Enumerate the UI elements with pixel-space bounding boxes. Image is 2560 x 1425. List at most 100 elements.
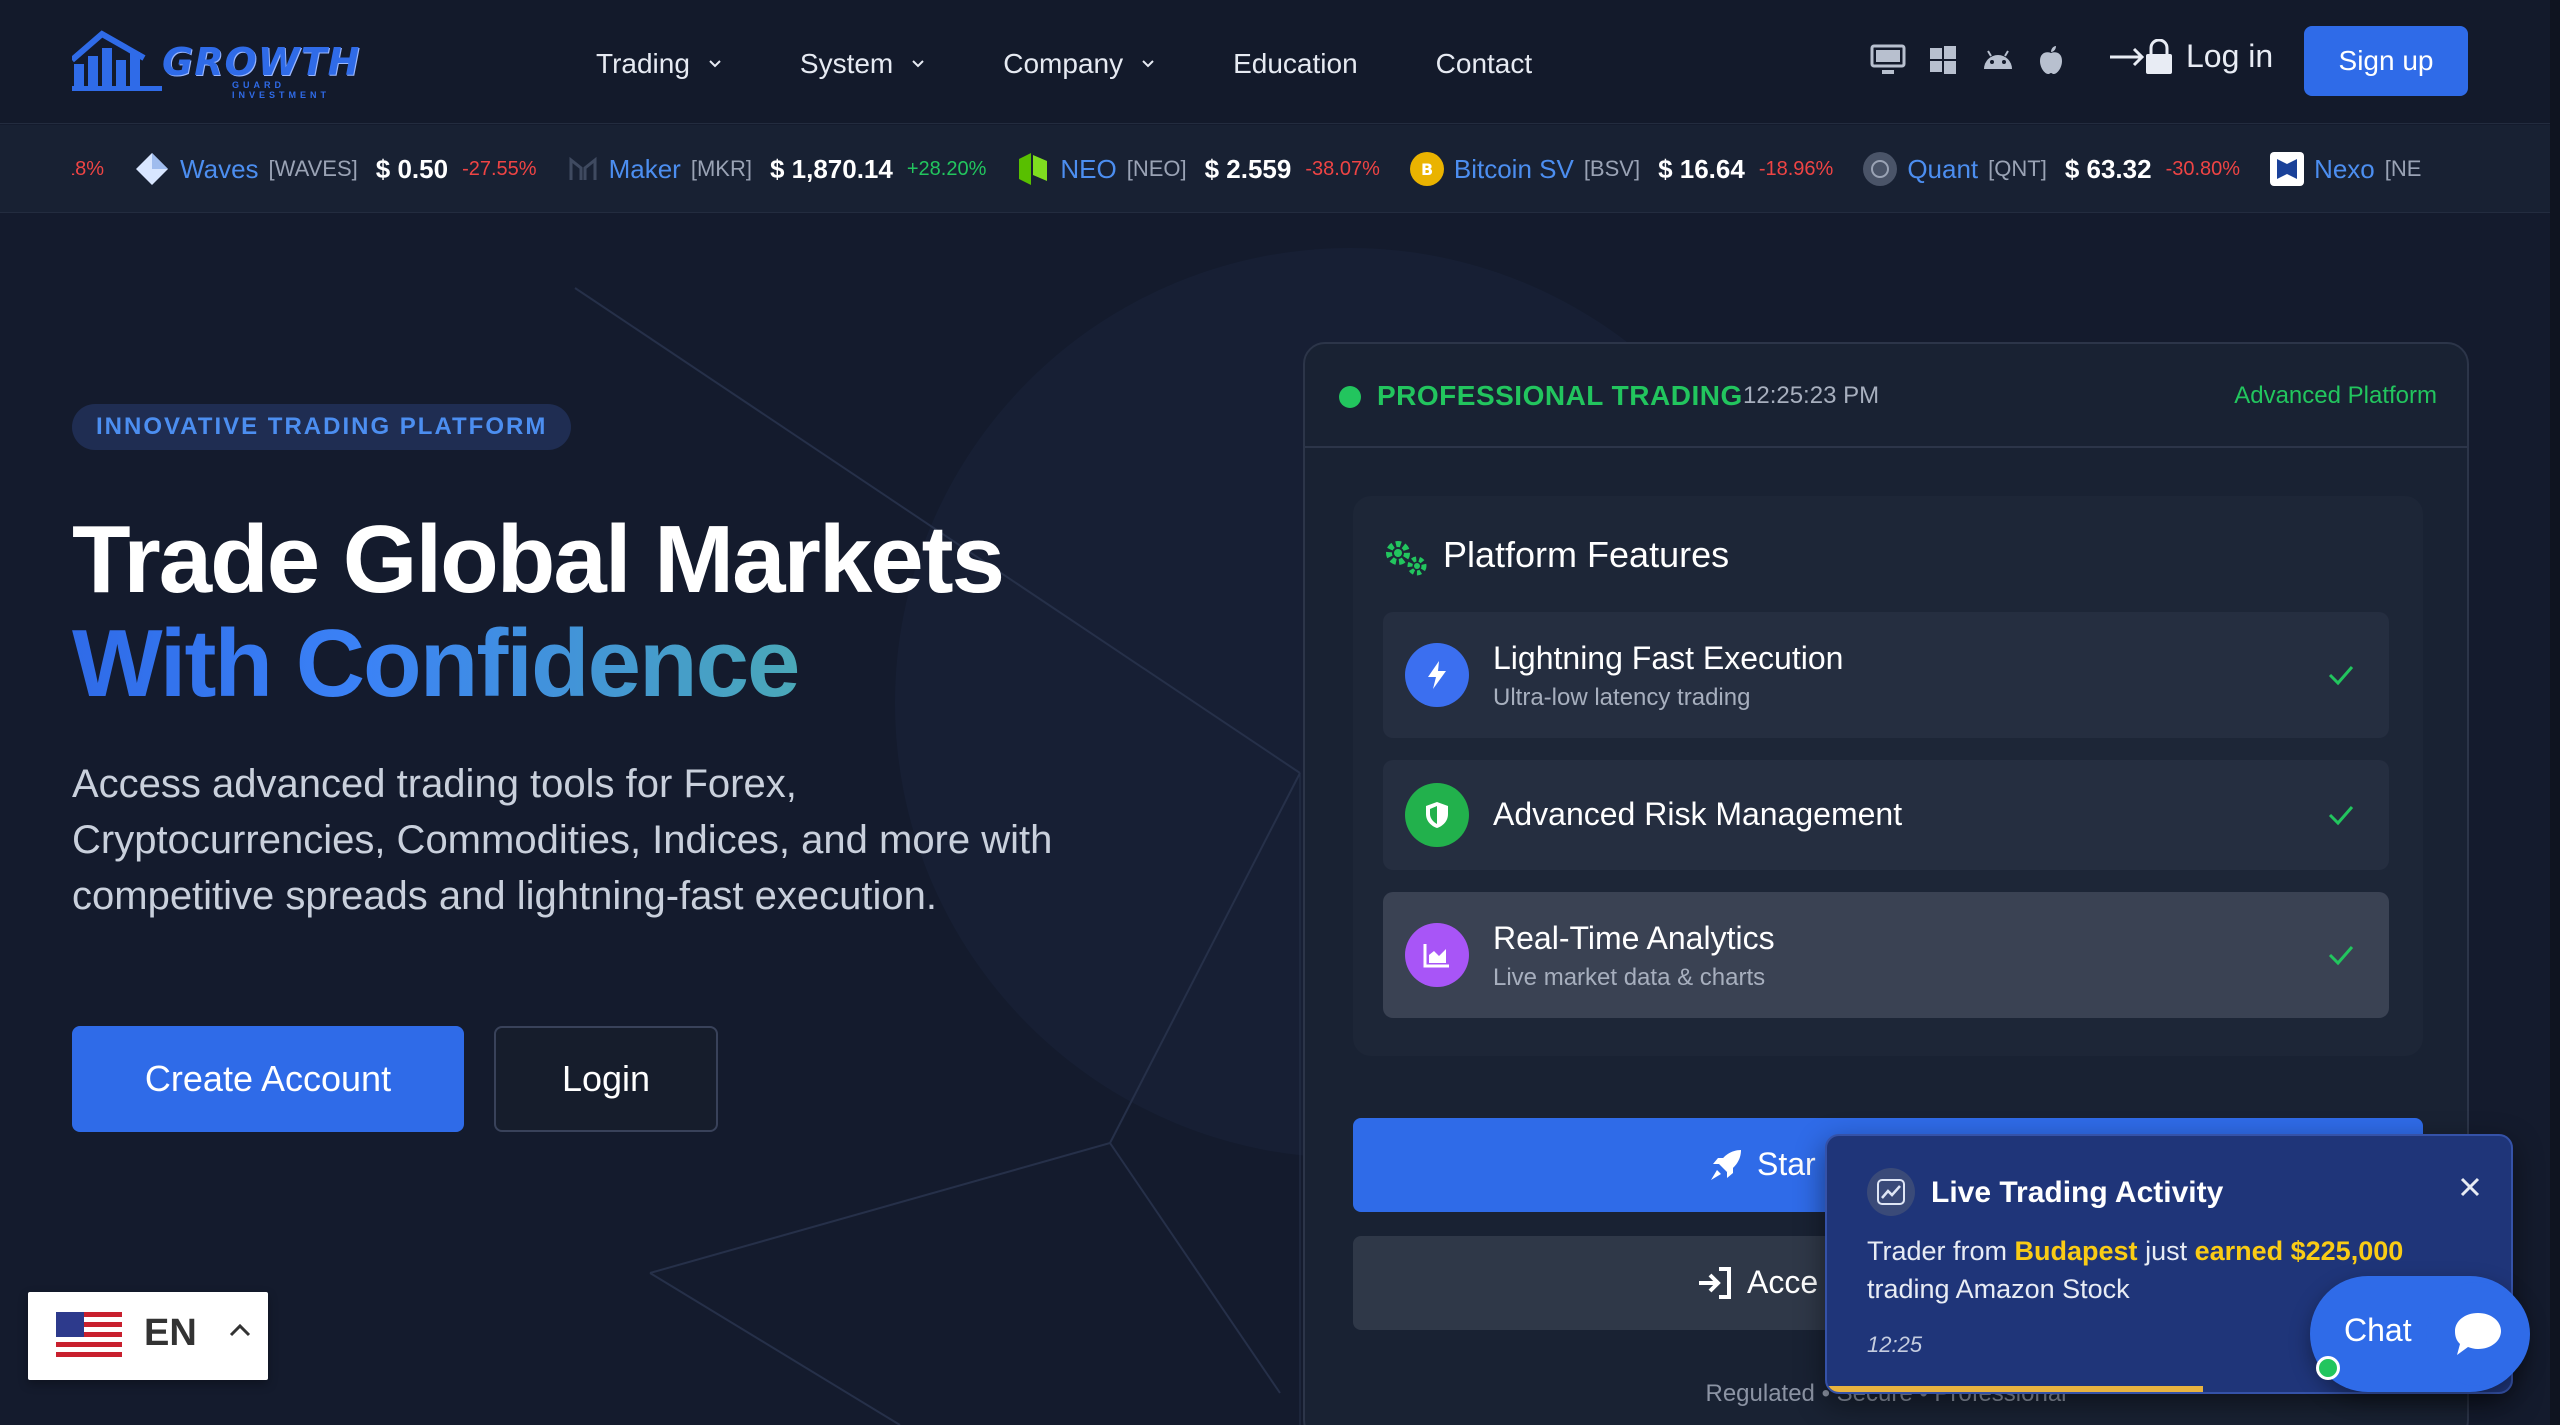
login-lock-icon bbox=[2110, 38, 2172, 74]
main-nav: Trading System Company Education Contact bbox=[596, 44, 1610, 84]
activity-text-mid: just bbox=[2137, 1236, 2195, 1266]
login-label: Log in bbox=[2186, 38, 2274, 74]
ticker-change: -30.80% bbox=[2165, 157, 2241, 180]
us-flag-icon bbox=[56, 1312, 122, 1360]
login-button[interactable]: Login bbox=[494, 1026, 718, 1132]
chat-widget-button[interactable]: Chat bbox=[2310, 1276, 2530, 1392]
nexo-icon bbox=[2270, 152, 2305, 186]
gears-icon bbox=[1386, 541, 1427, 576]
language-selector[interactable]: EN bbox=[28, 1292, 268, 1380]
ticker-price: $ 16.64 bbox=[1658, 153, 1745, 184]
bolt-icon bbox=[1405, 643, 1469, 707]
activity-progress-bar bbox=[1827, 1386, 2204, 1392]
logo-mark-icon bbox=[70, 30, 162, 91]
ticker-price: $ 1,870.14 bbox=[769, 153, 893, 184]
ticker-price: $ 2.559 bbox=[1204, 153, 1292, 184]
ticker-name: NEO bbox=[1060, 153, 1117, 184]
ticker-change: -18.96% bbox=[1758, 157, 1834, 180]
ticker-change: -27.55% bbox=[462, 157, 537, 180]
online-status-dot bbox=[2316, 1356, 2340, 1380]
panel-header: PROFESSIONAL TRADING 12:25:23 PM Advance… bbox=[1305, 344, 2467, 448]
activity-time: 12:25 bbox=[1867, 1332, 1923, 1357]
check-icon bbox=[2328, 806, 2354, 826]
panel-clock: 12:25:23 PM bbox=[1743, 382, 1880, 409]
chevron-down-icon bbox=[709, 60, 721, 68]
ticker-price: $ 0.50 bbox=[375, 153, 449, 184]
feature-subtitle: Live market data & charts bbox=[1493, 964, 1766, 991]
nav-company[interactable]: Company bbox=[1003, 44, 1155, 84]
ticker-name: Bitcoin SV bbox=[1453, 153, 1574, 184]
check-icon bbox=[2328, 946, 2354, 966]
feature-item-risk[interactable]: Advanced Risk Management bbox=[1383, 760, 2389, 870]
ticker-item[interactable]: NEO [NEO] $ 2.559 -38.07% bbox=[1016, 151, 1380, 187]
ticker-price: $ 63.32 bbox=[2064, 153, 2152, 184]
ticker-symbol: [MKR] bbox=[690, 156, 752, 181]
scrollbar[interactable] bbox=[2550, 0, 2560, 1425]
windows-icon[interactable] bbox=[1928, 45, 1958, 75]
activity-earned: earned $225,000 bbox=[2194, 1236, 2404, 1266]
sign-in-icon bbox=[1699, 1267, 1731, 1299]
ticker-item[interactable]: Maker [MKR] $ 1,870.14 +28.20% bbox=[567, 153, 986, 185]
close-icon[interactable] bbox=[2459, 1176, 2481, 1198]
trend-chart-icon bbox=[1867, 1168, 1915, 1216]
feature-subtitle: Ultra-low latency trading bbox=[1493, 684, 1751, 711]
hero-title: Trade Global Markets bbox=[72, 506, 1005, 613]
check-icon bbox=[2328, 666, 2354, 686]
shield-icon bbox=[1405, 783, 1469, 847]
hero-title-highlight: With Confidence bbox=[72, 610, 800, 717]
ticker-item[interactable]: B Bitcoin SV [BSV] $ 16.64 -18.96% bbox=[1409, 152, 1834, 186]
hero-description: Access advanced trading tools for Forex,… bbox=[72, 762, 1053, 918]
ticker-item[interactable]: Waves [WAVES] $ 0.50 -27.55% bbox=[134, 151, 537, 187]
top-navbar: GROWTH GUARD INVESTMENT Trading System C… bbox=[0, 0, 2560, 124]
panel-status-title: PROFESSIONAL TRADING bbox=[1377, 380, 1743, 411]
activity-city: Budapest bbox=[2014, 1236, 2138, 1266]
ticker-item[interactable]: 18% bbox=[72, 158, 104, 181]
logo-tagline: GUARD INVESTMENT bbox=[232, 80, 331, 100]
ticker-symbol: [NE bbox=[2384, 156, 2422, 181]
apple-icon[interactable] bbox=[2038, 45, 2064, 75]
activity-text-suffix: trading Amazon Stock bbox=[1867, 1274, 2130, 1304]
android-icon[interactable] bbox=[1980, 47, 2016, 73]
login-link[interactable]: Log in bbox=[2108, 38, 2273, 75]
ticker-name: Nexo bbox=[2314, 153, 2375, 184]
feature-item-execution[interactable]: Lightning Fast Execution Ultra-low laten… bbox=[1383, 612, 2389, 738]
feature-item-analytics[interactable]: Real-Time Analytics Live market data & c… bbox=[1383, 892, 2389, 1018]
activity-text-prefix: Trader from bbox=[1867, 1236, 2015, 1266]
create-account-button[interactable]: Create Account bbox=[72, 1026, 464, 1132]
rocket-icon bbox=[1711, 1150, 1741, 1180]
language-code: EN bbox=[144, 1312, 197, 1354]
quant-icon bbox=[1863, 152, 1898, 186]
features-title: Platform Features bbox=[1443, 534, 1730, 575]
feature-title: Real-Time Analytics bbox=[1493, 920, 1775, 956]
start-trading-label: Star bbox=[1757, 1146, 1816, 1182]
features-card: Platform Features Lightning Fast Executi… bbox=[1353, 496, 2423, 1056]
ticker-name: Maker bbox=[608, 153, 681, 184]
price-ticker: 18% Waves [WAVES] $ 0.50 -27.55% Maker [… bbox=[0, 125, 2560, 213]
chevron-up-icon bbox=[229, 1323, 251, 1337]
ticker-symbol: [NEO] bbox=[1126, 156, 1187, 181]
brand-logo[interactable]: GROWTH GUARD INVESTMENT bbox=[70, 30, 359, 100]
ticker-symbol: [BSV] bbox=[1583, 156, 1641, 181]
ticker-symbol: [QNT] bbox=[1988, 156, 2047, 181]
nav-label: System bbox=[799, 48, 894, 79]
hero-badge: INNOVATIVE TRADING PLATFORM bbox=[72, 404, 572, 450]
ticker-item[interactable]: Nexo [NE bbox=[2270, 152, 2421, 186]
bsv-icon: B bbox=[1409, 152, 1444, 186]
nav-contact[interactable]: Contact bbox=[1436, 44, 1533, 84]
feature-title: Advanced Risk Management bbox=[1493, 796, 1903, 832]
nav-label: Trading bbox=[596, 48, 690, 79]
access-platform-label: Acce bbox=[1747, 1264, 1819, 1300]
ticker-name: Waves bbox=[180, 153, 259, 184]
nav-trading[interactable]: Trading bbox=[596, 44, 722, 84]
nav-label: Education bbox=[1233, 48, 1358, 79]
svg-text:B: B bbox=[1421, 160, 1433, 179]
nav-label: Company bbox=[1003, 48, 1124, 79]
desktop-icon[interactable] bbox=[1870, 44, 1906, 76]
chart-icon bbox=[1405, 923, 1469, 987]
nav-education[interactable]: Education bbox=[1233, 44, 1358, 84]
neo-icon bbox=[1019, 153, 1048, 185]
status-dot-icon bbox=[1339, 386, 1361, 408]
signup-button[interactable]: Sign up bbox=[2304, 26, 2468, 96]
nav-system[interactable]: System bbox=[800, 44, 925, 84]
ticker-item[interactable]: Quant [QNT] $ 63.32 -30.80% bbox=[1863, 152, 2240, 186]
